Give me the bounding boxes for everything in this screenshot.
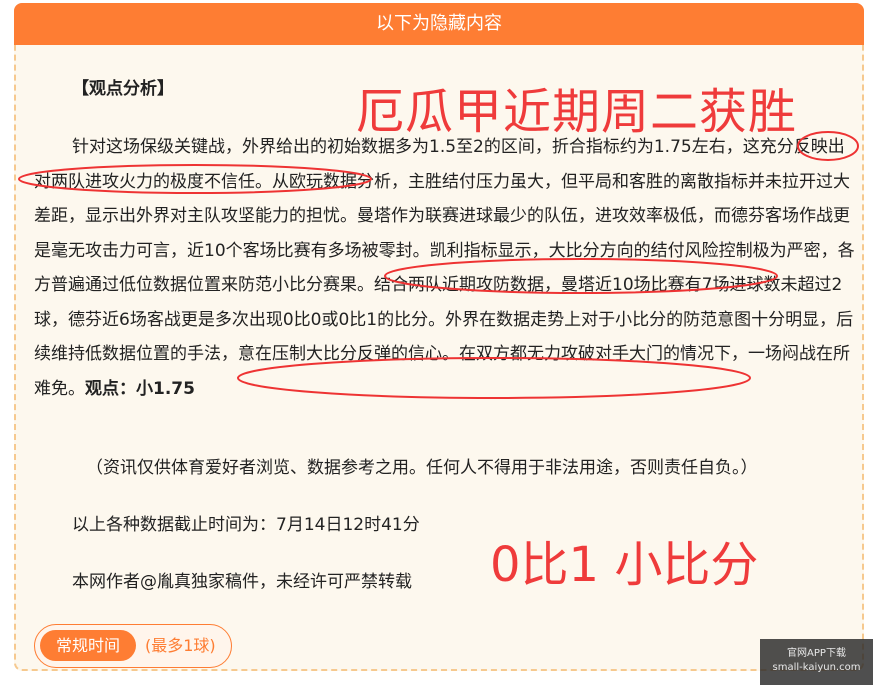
deadline-text: 以上各种数据截止时间为：7月14日12时41分 (72, 515, 420, 535)
hidden-content-header: 以下为隐藏内容 (14, 3, 864, 45)
site-watermark: 官网APP下载 small-kaiyun.com (760, 639, 873, 685)
watermark-line2: small-kaiyun.com (772, 662, 861, 673)
headline-overlay: 厄瓜甲近期周二获胜 (356, 84, 798, 140)
analysis-paragraph: 针对这场保级关键战，外界给出的初始数据多为1.5至2的区间，折合指标约为1.75… (34, 130, 858, 406)
author-text: 本网作者@胤真独家稿件，未经许可严禁转载 (72, 572, 412, 592)
watermark-line1: 官网APP下载 (787, 648, 846, 659)
score-overlay: 0比1 小比分 (490, 537, 759, 593)
max-goals-note: (最多1球) (145, 636, 216, 655)
section-title: 【观点分析】 (72, 79, 174, 99)
disclaimer-text: （资讯仅供体育爱好者浏览、数据参考之用。任何人不得用于非法用途，否则责任自负。） (86, 458, 758, 478)
verdict-text: 观点：小1.75 (85, 378, 195, 399)
regular-time-pill[interactable]: 常规时间 (40, 630, 136, 661)
analysis-text: 针对这场保级关键战，外界给出的初始数据多为1.5至2的区间，折合指标约为1.75… (34, 137, 855, 399)
regular-time-tag[interactable]: 常规时间 (最多1球) (34, 624, 232, 668)
